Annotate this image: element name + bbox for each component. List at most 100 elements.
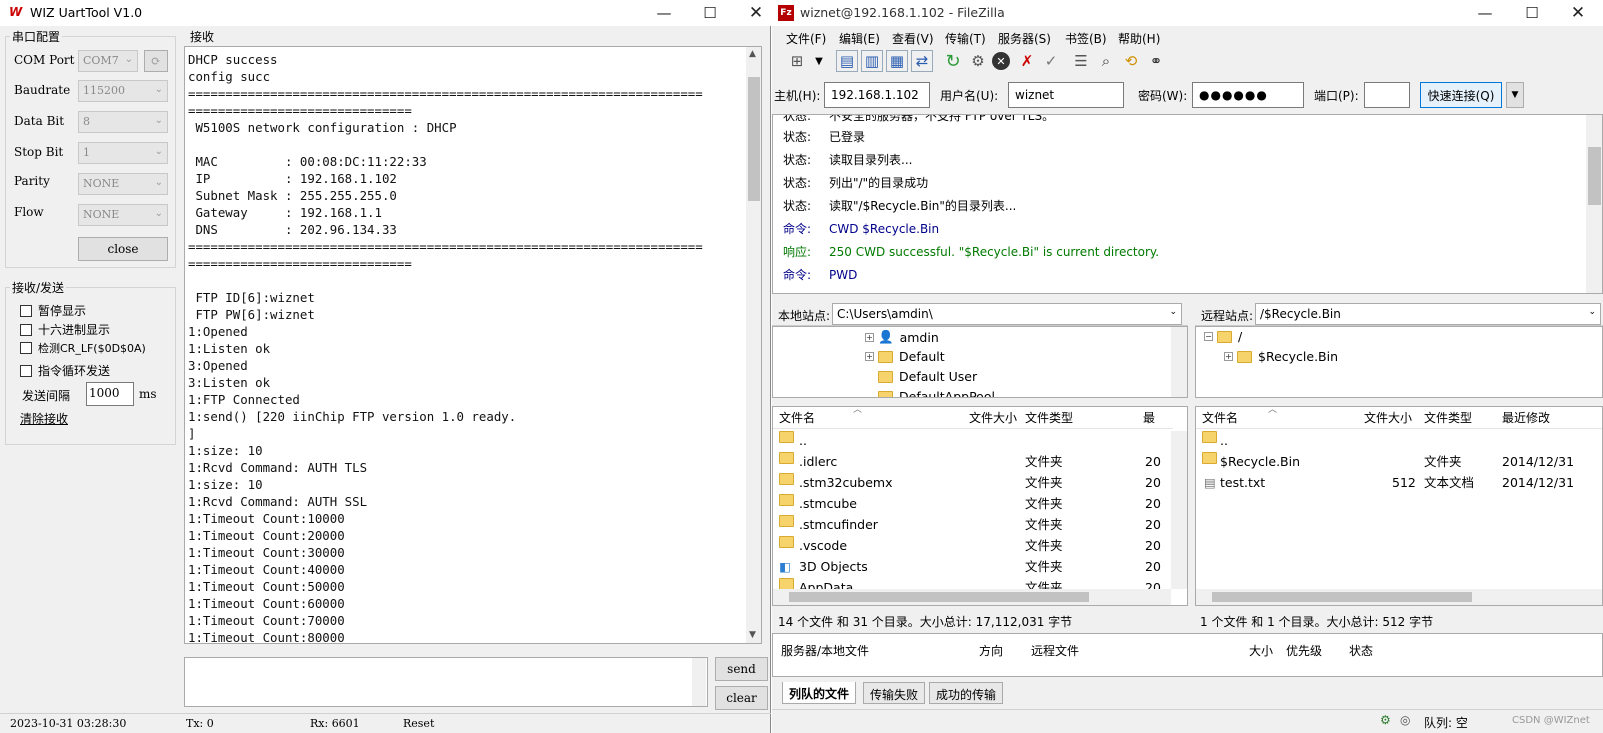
status-reset[interactable]: Reset xyxy=(403,717,434,730)
refresh-port-button[interactable]: ⟳ xyxy=(144,50,168,72)
table-row[interactable]: .stm32cubemx 文件夹 20 xyxy=(773,473,1187,493)
log-scrollbar[interactable] xyxy=(1586,115,1602,293)
col-filetype[interactable]: 文件类型 xyxy=(1424,407,1472,429)
pause-display-checkbox[interactable]: 暂停显示 xyxy=(20,302,86,319)
send-textarea[interactable] xyxy=(184,657,708,707)
fz-maximize-icon[interactable]: ☐ xyxy=(1509,0,1555,26)
col-filename[interactable]: 文件名 xyxy=(1202,407,1238,429)
remote-hscrollbar[interactable] xyxy=(1196,589,1602,605)
username-input[interactable]: wiznet xyxy=(1008,82,1124,108)
clear-recv-link[interactable]: 清除接收 xyxy=(20,410,68,427)
table-row[interactable]: ▤ test.txt 512 文本文档 2014/12/31 xyxy=(1196,473,1602,493)
receive-console[interactable]: DHCP success config succ ===============… xyxy=(184,46,762,644)
menu-file[interactable]: 文件(F) xyxy=(786,30,826,47)
table-row[interactable]: .. xyxy=(773,431,1187,451)
disconnect-icon[interactable]: ✗ xyxy=(1016,50,1038,72)
col-filetype[interactable]: 文件类型 xyxy=(1025,407,1073,429)
table-row[interactable]: ◧ 3D Objects 文件夹 20 xyxy=(773,557,1187,577)
toggle-remote-tree-icon[interactable]: ▦ xyxy=(886,50,908,72)
directory-listing-filter-icon[interactable]: ☰ xyxy=(1070,50,1092,72)
tree-item-default-user[interactable]: Default User xyxy=(878,369,977,384)
send-interval-input[interactable]: 1000 xyxy=(86,382,134,406)
table-row[interactable]: .. xyxy=(1196,431,1602,451)
remote-tree[interactable]: − / + $Recycle.Bin xyxy=(1195,326,1603,398)
menu-transfer[interactable]: 传输(T) xyxy=(945,30,986,47)
toggle-log-icon[interactable]: ▤ xyxy=(836,50,858,72)
clear-button[interactable]: clear xyxy=(715,686,768,710)
tree-item-root[interactable]: − / xyxy=(1204,329,1242,344)
tree-item-amdin[interactable]: + 👤 amdin xyxy=(865,329,939,345)
fz-minimize-icon[interactable]: — xyxy=(1462,0,1508,26)
password-input[interactable]: ●●●●●● xyxy=(1192,82,1304,108)
send-button[interactable]: send xyxy=(715,657,768,681)
tab-successful-transfers[interactable]: 成功的传输 xyxy=(929,682,1004,704)
toggle-local-tree-icon[interactable]: ▥ xyxy=(861,50,883,72)
menu-edit[interactable]: 编辑(E) xyxy=(839,30,880,47)
sync-browse-icon[interactable]: ⟲ xyxy=(1120,50,1142,72)
host-input[interactable]: 192.168.1.102 xyxy=(824,82,930,108)
local-hscrollbar[interactable] xyxy=(773,589,1171,605)
table-row[interactable]: .stmcufinder 文件夹 20 xyxy=(773,515,1187,535)
tab-queued-files[interactable]: 列队的文件 xyxy=(782,682,857,704)
console-scrollbar[interactable]: ▲ ▼ xyxy=(746,47,761,643)
queue-col-remote[interactable]: 远程文件 xyxy=(1031,642,1079,659)
find-files-icon[interactable]: ⚭ xyxy=(1145,50,1167,72)
local-hscroll-thumb[interactable] xyxy=(789,592,1089,602)
local-file-list[interactable]: 文件名 ︿ 文件大小 文件类型 最 .. .idlerc 文件夹 20 .stm32… xyxy=(772,406,1188,606)
tree-item-default[interactable]: + Default xyxy=(865,349,945,364)
refresh-icon[interactable]: ↻ xyxy=(942,50,964,72)
site-manager-icon[interactable]: ⊞ xyxy=(786,50,808,72)
table-row[interactable]: .idlerc 文件夹 20 xyxy=(773,452,1187,472)
quickconnect-button[interactable]: 快速连接(Q) xyxy=(1420,82,1502,108)
detect-crlf-checkbox[interactable]: 检测CR_LF($0D$0A) xyxy=(20,340,146,356)
console-scroll-thumb[interactable] xyxy=(748,77,760,201)
remote-path-input[interactable]: /$Recycle.Bin ⌄ xyxy=(1255,303,1601,325)
col-filesize[interactable]: 文件大小 xyxy=(969,407,1017,429)
table-row[interactable]: $Recycle.Bin 文件夹 2014/12/31 xyxy=(1196,452,1602,472)
toggle-queue-icon[interactable]: ⇄ xyxy=(911,50,933,72)
tree-item-defaultapppool[interactable]: DefaultAppPool xyxy=(878,389,995,397)
table-row[interactable]: .vscode 文件夹 20 xyxy=(773,536,1187,556)
flow-select[interactable]: NONE ⌄ xyxy=(78,204,168,226)
maximize-icon[interactable]: ☐ xyxy=(687,0,733,26)
queue-col-direction[interactable]: 方向 xyxy=(979,642,1003,659)
site-manager-dropdown-icon[interactable]: ▼ xyxy=(808,50,830,72)
local-tree-scrollbar[interactable] xyxy=(1171,327,1187,397)
queue-col-size[interactable]: 大小 xyxy=(1249,642,1273,659)
data-bit-select[interactable]: 8 ⌄ xyxy=(78,111,168,133)
col-filename[interactable]: 文件名 xyxy=(779,407,815,429)
parity-select[interactable]: NONE ⌄ xyxy=(78,173,168,195)
col-modified[interactable]: 最近修改 xyxy=(1502,407,1550,429)
com-port-select[interactable]: COM7 ⌄ xyxy=(78,50,138,72)
scroll-up-icon[interactable]: ▲ xyxy=(749,49,756,59)
menu-server[interactable]: 服务器(S) xyxy=(998,30,1051,47)
reconnect-icon[interactable]: ✓ xyxy=(1040,50,1062,72)
menu-bookmarks[interactable]: 书签(B) xyxy=(1065,30,1107,47)
port-input[interactable] xyxy=(1364,82,1410,108)
send-scrollbar[interactable] xyxy=(692,658,706,706)
col-modified[interactable]: 最 xyxy=(1143,407,1155,429)
local-list-scrollbar[interactable] xyxy=(1171,431,1187,589)
quickconnect-dropdown-icon[interactable]: ▼ xyxy=(1506,82,1524,108)
remote-hscroll-thumb[interactable] xyxy=(1212,592,1472,602)
menu-help[interactable]: 帮助(H) xyxy=(1118,30,1160,47)
cancel-icon[interactable]: ✕ xyxy=(992,52,1010,70)
queue-col-priority[interactable]: 优先级 xyxy=(1286,642,1322,659)
transfer-queue[interactable]: 服务器/本地文件 方向 远程文件 大小 优先级 状态 xyxy=(772,633,1603,677)
loop-send-checkbox[interactable]: 指令循环发送 xyxy=(20,362,110,379)
tab-failed-transfers[interactable]: 传输失败 xyxy=(863,682,926,704)
search-icon[interactable]: ⌕ xyxy=(1095,50,1117,72)
queue-col-status[interactable]: 状态 xyxy=(1349,642,1373,659)
fz-close-icon[interactable]: ✕ xyxy=(1555,0,1601,26)
stop-bit-select[interactable]: 1 ⌄ xyxy=(78,142,168,164)
queue-col-file[interactable]: 服务器/本地文件 xyxy=(781,642,869,659)
close-port-button[interactable]: close xyxy=(78,237,168,261)
hex-display-checkbox[interactable]: 十六进制显示 xyxy=(20,321,110,338)
minimize-icon[interactable]: — xyxy=(641,0,687,26)
scroll-down-icon[interactable]: ▼ xyxy=(749,630,756,640)
col-filesize[interactable]: 文件大小 xyxy=(1364,407,1412,429)
remote-file-list[interactable]: 文件名 ︿ 文件大小 文件类型 最近修改 .. $Recycle.Bin 文件夹 2… xyxy=(1195,406,1603,606)
table-row[interactable]: .stmcube 文件夹 20 xyxy=(773,494,1187,514)
process-queue-icon[interactable]: ⚙ xyxy=(967,50,989,72)
baudrate-select[interactable]: 115200 ⌄ xyxy=(78,80,168,102)
